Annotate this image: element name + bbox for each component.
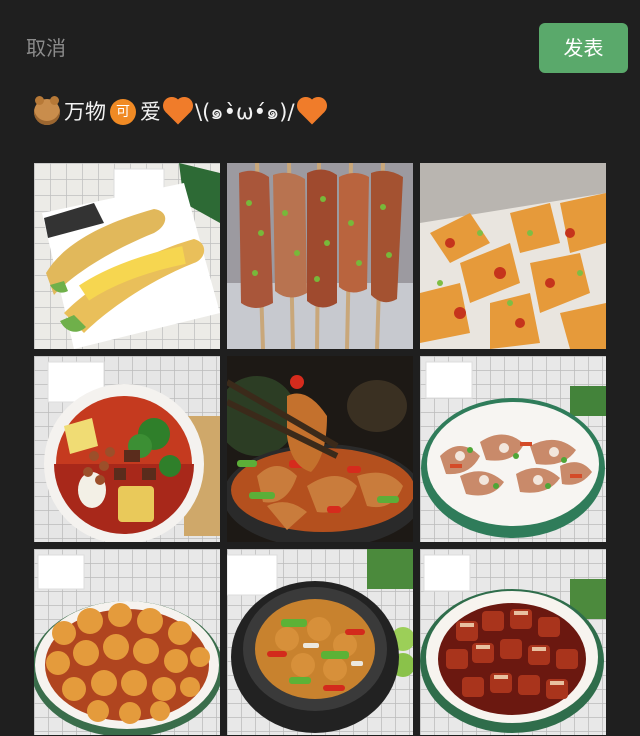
- photo-grid: [34, 163, 606, 736]
- photo-sweet-sour-pork[interactable]: [34, 549, 220, 735]
- photo-claypot-chicken[interactable]: [227, 549, 413, 735]
- post-text-segment-1: 万物: [64, 100, 106, 124]
- ke-emoji-icon: 可: [110, 99, 136, 125]
- cancel-button[interactable]: 取消: [26, 34, 66, 62]
- photo-chopsticks-stew[interactable]: [227, 356, 413, 542]
- photo-egg-pancake[interactable]: [34, 163, 220, 349]
- orange-heart-icon: [299, 99, 325, 125]
- photo-braised-pork[interactable]: [420, 549, 606, 735]
- post-text-segment-3: 爱: [140, 100, 161, 124]
- top-bar: 取消 发表: [0, 0, 640, 96]
- orange-heart-icon: [165, 99, 191, 125]
- photo-grilled-skewers[interactable]: [227, 163, 413, 349]
- post-text-segment-5: \(๑•̀ω•́๑)/: [195, 100, 295, 124]
- bear-emoji-icon: [34, 96, 60, 125]
- photo-pig-ear-salad[interactable]: [420, 356, 606, 542]
- post-text-field[interactable]: 万物 可 爱 \(๑•̀ω•́๑)/: [34, 96, 614, 128]
- photo-beef-noodle-soup[interactable]: [34, 356, 220, 542]
- photo-spicy-potatoes[interactable]: [420, 163, 606, 349]
- publish-button[interactable]: 发表: [539, 23, 628, 73]
